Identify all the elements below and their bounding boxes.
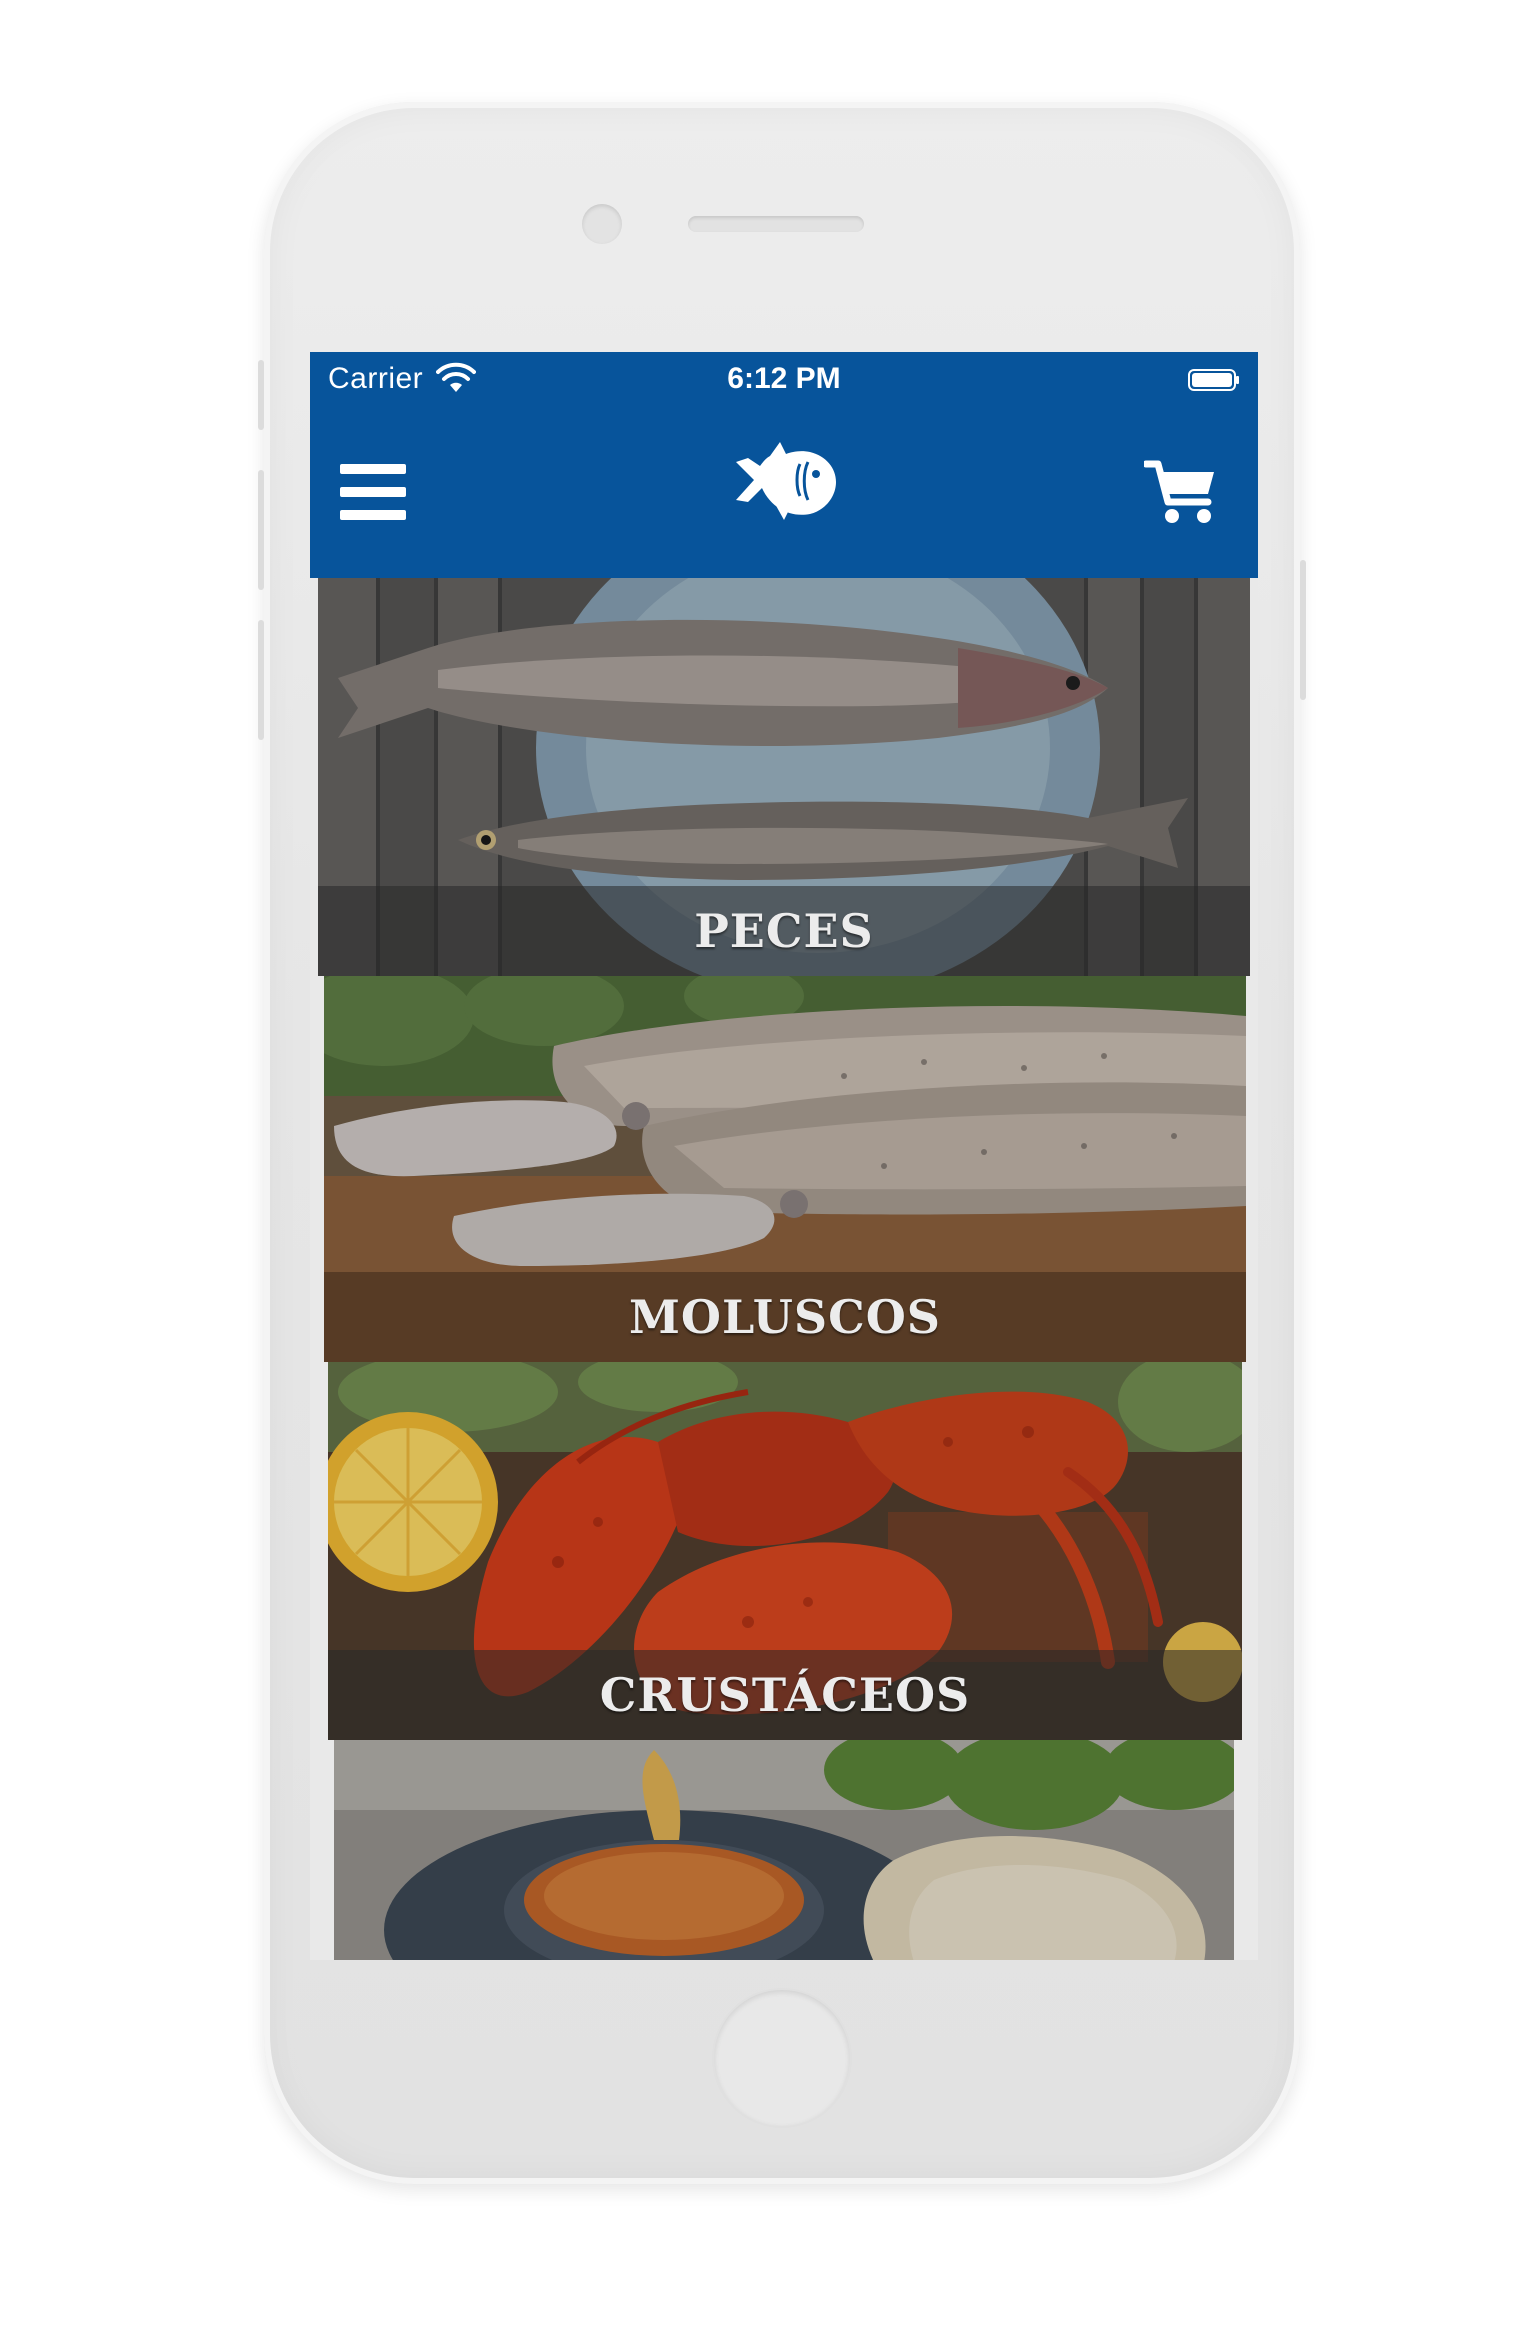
- earpiece-speaker: [688, 216, 864, 232]
- category-label-band: CRUSTÁCEOS: [328, 1650, 1242, 1740]
- home-button[interactable]: [714, 1990, 850, 2126]
- seafood-with-sauce-photo: [334, 1740, 1234, 1960]
- category-label: CRUSTÁCEOS: [599, 1668, 971, 1722]
- shopping-cart-icon[interactable]: [1144, 458, 1218, 526]
- phone-side-button: [258, 620, 264, 740]
- category-tile-peces[interactable]: PECES: [318, 578, 1250, 976]
- navigation-bar: [310, 410, 1258, 578]
- fish-logo-icon: [736, 442, 836, 520]
- category-label: PECES: [694, 904, 874, 958]
- hamburger-menu-icon[interactable]: [338, 460, 408, 524]
- phone-side-button: [258, 360, 264, 430]
- category-label-band: MOLUSCOS: [324, 1272, 1246, 1362]
- category-label-band: PECES: [318, 886, 1250, 976]
- category-tile-partial[interactable]: [334, 1740, 1234, 1960]
- device-mockup: Carrier 6:12 PM PECES MOLUSCOS CRUSTÁCEO…: [0, 0, 1536, 2334]
- status-bar: Carrier 6:12 PM: [310, 352, 1258, 410]
- front-camera: [582, 204, 622, 244]
- app-screen: Carrier 6:12 PM PECES MOLUSCOS CRUSTÁCEO…: [310, 352, 1258, 1960]
- category-tile-crustaceos[interactable]: CRUSTÁCEOS: [328, 1362, 1242, 1740]
- battery-icon: [1188, 369, 1239, 391]
- category-label: MOLUSCOS: [628, 1290, 942, 1344]
- status-time: 6:12 PM: [727, 362, 841, 395]
- phone-side-button: [258, 470, 264, 590]
- phone-side-button: [1300, 560, 1306, 700]
- category-tile-moluscos[interactable]: MOLUSCOS: [324, 976, 1246, 1362]
